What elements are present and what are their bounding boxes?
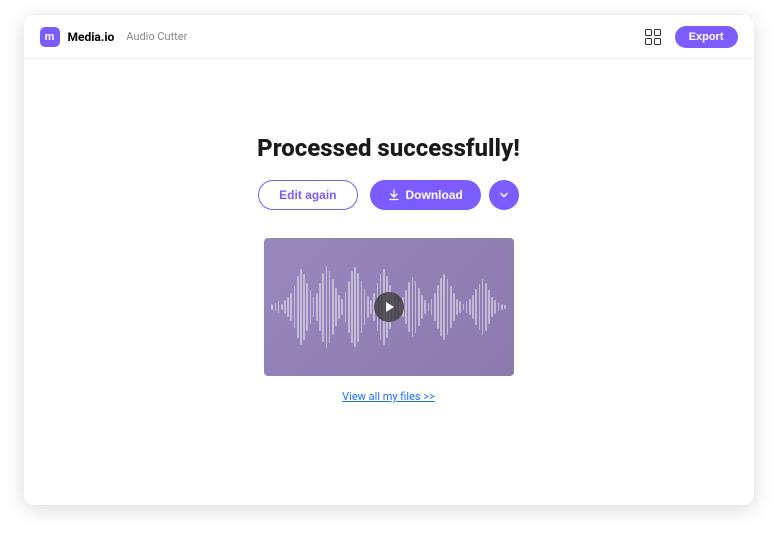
- play-icon: [386, 302, 394, 312]
- app-container: m Media.io Audio Cutter Export Processed…: [24, 15, 754, 505]
- app-subtitle: Audio Cutter: [126, 30, 187, 43]
- download-button[interactable]: Download: [370, 180, 481, 210]
- brand-name[interactable]: Media.io: [68, 30, 115, 44]
- download-label: Download: [406, 188, 463, 202]
- main-content: Processed successfully! Edit again Downl…: [24, 59, 754, 505]
- logo-icon[interactable]: m: [40, 27, 60, 47]
- download-group: Download: [370, 180, 519, 210]
- logo-text: m: [45, 30, 55, 43]
- apps-grid-icon[interactable]: [645, 29, 661, 45]
- download-icon: [388, 189, 400, 201]
- download-options-button[interactable]: [489, 180, 519, 210]
- action-row: Edit again Download: [258, 180, 519, 210]
- chevron-down-icon: [499, 188, 509, 203]
- edit-again-button[interactable]: Edit again: [258, 180, 357, 210]
- play-button[interactable]: [374, 292, 404, 322]
- header: m Media.io Audio Cutter Export: [24, 15, 754, 59]
- success-title: Processed successfully!: [257, 134, 520, 162]
- view-all-files-link[interactable]: View all my files >>: [342, 390, 435, 403]
- audio-preview: [264, 238, 514, 376]
- export-button[interactable]: Export: [675, 26, 738, 48]
